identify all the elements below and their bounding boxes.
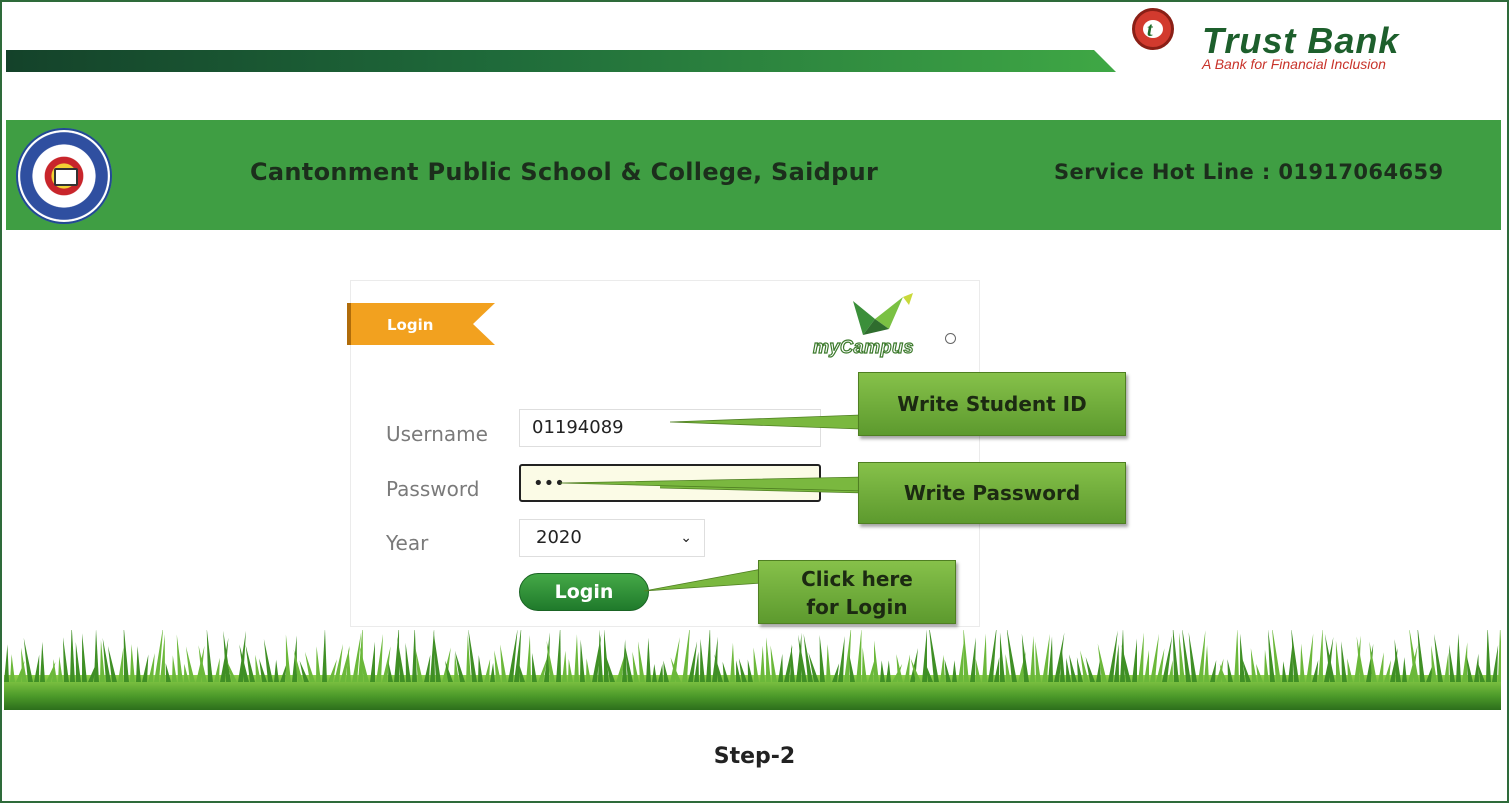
login-tab-label: Login xyxy=(387,316,434,334)
mycampus-bird-icon xyxy=(853,293,913,335)
callout-pointers xyxy=(660,414,865,494)
year-label: Year xyxy=(386,531,429,555)
mycampus-logo: myCampus xyxy=(812,291,958,359)
login-button[interactable]: Login xyxy=(519,573,649,611)
password-pointer xyxy=(560,476,866,492)
callout-password: Write Password xyxy=(858,462,1126,524)
year-select[interactable]: 2020 ⌄ xyxy=(519,519,705,557)
chevron-down-icon: ⌄ xyxy=(680,530,692,546)
registered-mark-icon xyxy=(945,333,956,344)
login-pointer xyxy=(643,568,763,592)
password-label: Password xyxy=(386,477,480,501)
site-header: Cantonment Public School & College, Said… xyxy=(6,120,1501,230)
service-hotline: Service Hot Line : 01917064659 xyxy=(1054,160,1444,184)
trust-bank-emblem-icon: t xyxy=(1132,8,1174,50)
callout-login: Click here for Login xyxy=(758,560,956,624)
bank-tagline: A Bank for Financial Inclusion xyxy=(1202,56,1386,72)
grass-border xyxy=(4,630,1501,710)
trust-bank-logo: t Trust Bank A Bank for Financial Inclus… xyxy=(1130,4,1490,74)
school-name: Cantonment Public School & College, Said… xyxy=(250,158,879,186)
school-crest-icon xyxy=(16,128,112,224)
callout-login-line1: Click here xyxy=(801,567,913,591)
callout-login-line2: for Login xyxy=(806,595,908,619)
callout-student-id: Write Student ID xyxy=(858,372,1126,436)
year-select-value: 2020 xyxy=(536,527,582,548)
top-stripe xyxy=(6,50,1116,72)
mycampus-brand-text: myCampus xyxy=(812,336,915,357)
username-label: Username xyxy=(386,422,488,446)
step-label: Step-2 xyxy=(713,744,796,769)
